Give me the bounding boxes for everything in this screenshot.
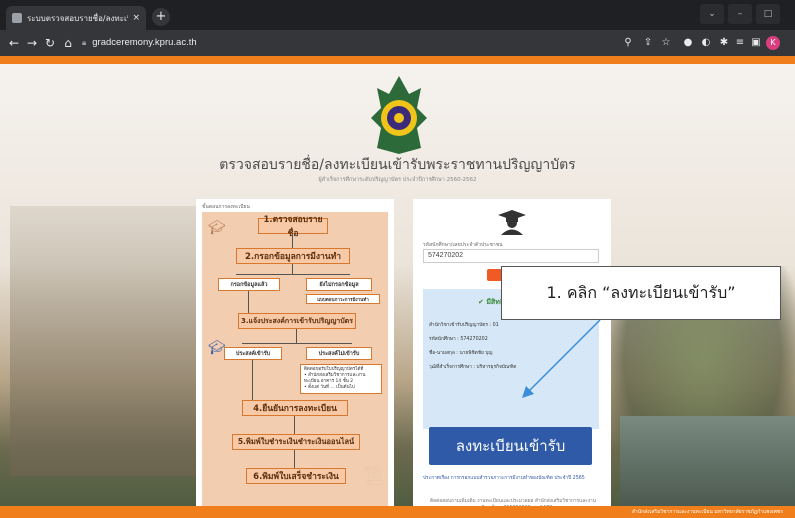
info-row: ชื่อ-นามสกุล : นายพิชิตชัย บุญ xyxy=(429,351,493,356)
instruction-callout: 1. คลิก “ลงทะเบียนเข้ารับ” xyxy=(501,266,781,320)
pickup-note-box: ติดต่อขอรับใบปริญญาบัตรได้ที่ • สำนักส่งเ… xyxy=(300,364,382,394)
forward-icon[interactable]: → xyxy=(24,35,40,51)
attend-no-box: ประสงค์ไม่เข้ารับ xyxy=(306,347,372,360)
step-1-box: 1.ตรวจสอบรายชื่อ xyxy=(258,215,328,239)
step-5-box: 5.พิมพ์ใบชำระเงินชำระเงินออนไลน์ xyxy=(232,434,360,450)
registration-steps-card: ขั้นตอนการลงทะเบียน 🎓︎ 1.ตรวจสอบรายชื่อ … xyxy=(196,199,394,518)
employment-form-box: แบบตอบภาวะการมีงานทำ xyxy=(306,294,380,304)
background-building xyxy=(10,206,210,476)
graduate-user-icon xyxy=(498,210,526,235)
minimize-button[interactable]: – xyxy=(728,4,752,24)
step-3-box: 3.แจ้งประสงค์การเข้ารับปริญญาบัตร xyxy=(238,313,356,329)
tab-close-icon[interactable]: × xyxy=(132,13,140,23)
reload-icon[interactable]: ↻ xyxy=(42,35,58,51)
tab-search-button[interactable]: ⌄ xyxy=(700,4,724,24)
extension2-icon[interactable]: ◐ xyxy=(700,37,712,49)
note-line: • ตั้งแต่ วันที่ ... เป็นต้นไป xyxy=(304,385,355,390)
home-icon[interactable]: ⌂ xyxy=(60,35,76,51)
flow-connector xyxy=(252,360,253,400)
maximize-button[interactable]: □ xyxy=(756,4,780,24)
page-subtitle: ผู้สำเร็จการศึกษาระดับปริญญาบัตร ประจำปี… xyxy=(318,177,477,183)
url-field[interactable]: 🔒︎ gradceremony.kpru.ac.th xyxy=(82,34,602,52)
student-id-input[interactable]: 574270202 xyxy=(423,249,599,263)
flow-connector xyxy=(296,329,297,343)
tab-title: ระบบตรวจสอบรายชื่อ/ลงทะเบียนเข้ารับ xyxy=(27,13,128,23)
announcement-link[interactable]: ประกาศเรื่อง การกรอกแบบสำรวจภาวะการมีงาน… xyxy=(423,476,603,483)
branch-not-filled-box: ยังไม่กรอกข้อมูล xyxy=(306,278,372,291)
lock-icon: 🔒︎ xyxy=(82,38,87,47)
diploma-icon: 📜︎ xyxy=(362,466,385,487)
background-lake xyxy=(620,416,795,506)
share-icon[interactable]: ⇪ xyxy=(642,37,654,49)
branch-filled-box: กรอกข้อมูลแล้ว xyxy=(218,278,280,291)
graduation-cap-icon: 🎓︎ xyxy=(208,220,226,236)
url-text: gradceremony.kpru.ac.th xyxy=(92,37,197,48)
address-bar: ← → ↻ ⌂ 🔒︎ gradceremony.kpru.ac.th ⚲ ⇪ ☆ … xyxy=(0,30,795,56)
footer-bar: สำนักส่งเสริมวิชาการและงานทะเบียน มหาวิท… xyxy=(0,506,795,518)
flow-connector xyxy=(236,274,350,275)
step-6-box: 6.พิมพ์ใบเสร็จชำระเงิน xyxy=(246,468,346,484)
browser-tab-bar: ระบบตรวจสอบรายชื่อ/ลงทะเบียนเข้ารับ × + … xyxy=(0,0,795,30)
profile-avatar[interactable]: K xyxy=(766,36,780,50)
info-row: สำนักวิชาเข้ารับปริญญาบัตร : 01 xyxy=(429,323,499,328)
university-logo-icon xyxy=(371,76,427,154)
flow-connector xyxy=(294,416,295,434)
flowchart: 🎓︎ 1.ตรวจสอบรายชื่อ 2.กรอกข้อมูลการมีงาน… xyxy=(202,212,388,518)
flow-connector xyxy=(292,234,293,248)
info-row: วุฒิที่สำเร็จการศึกษา : บริหารธุรกิจบัณฑ… xyxy=(429,365,517,370)
note-line: ติดต่อขอรับใบปริญญาบัตรได้ที่ xyxy=(304,367,364,372)
student-id-label: รหัสนักศึกษา/เลขประจำตัวประชาชน xyxy=(423,242,503,248)
step-4-box: 4.ยืนยันการลงทะเบียน xyxy=(242,400,348,416)
zoom-icon[interactable]: ⚲ xyxy=(622,37,634,49)
reading-list-icon[interactable]: ≡ xyxy=(734,37,746,49)
flow-connector xyxy=(248,291,249,313)
puzzle-icon[interactable]: ✱ xyxy=(718,37,730,49)
flow-connector xyxy=(292,264,293,274)
info-row: รหัสนักศึกษา : 574270202 xyxy=(429,337,488,342)
top-accent-bar xyxy=(0,56,795,64)
register-button[interactable]: ลงทะเบียนเข้ารับ xyxy=(429,427,592,465)
flow-connector xyxy=(294,450,295,468)
note-line: • สำนักส่งเสริมวิชาการและงาน xyxy=(304,373,366,378)
step-2-box: 2.กรอกข้อมูลการมีงานทำ xyxy=(236,248,350,264)
page-title: ตรวจสอบรายชื่อ/ลงทะเบียนเข้ารับพระราชทาน… xyxy=(219,157,576,173)
note-line: ทะเบียน อาคาร 14 ชั้น 2 xyxy=(304,379,354,384)
extension-icon[interactable]: ● xyxy=(682,37,694,49)
flow-connector xyxy=(242,343,352,344)
sidebar-icon[interactable]: ▣ xyxy=(750,37,762,49)
new-tab-button[interactable]: + xyxy=(152,8,170,26)
attend-yes-box: ประสงค์เข้ารับ xyxy=(224,347,282,360)
steps-caption: ขั้นตอนการลงทะเบียน xyxy=(202,204,250,210)
bookmark-star-icon[interactable]: ☆ xyxy=(660,37,672,49)
favicon-icon xyxy=(12,13,22,23)
browser-tab[interactable]: ระบบตรวจสอบรายชื่อ/ลงทะเบียนเข้ารับ × xyxy=(6,6,146,30)
registration-card: รหัสนักศึกษา/เลขประจำตัวประชาชน 57427020… xyxy=(413,199,611,518)
back-icon[interactable]: ← xyxy=(6,35,22,51)
